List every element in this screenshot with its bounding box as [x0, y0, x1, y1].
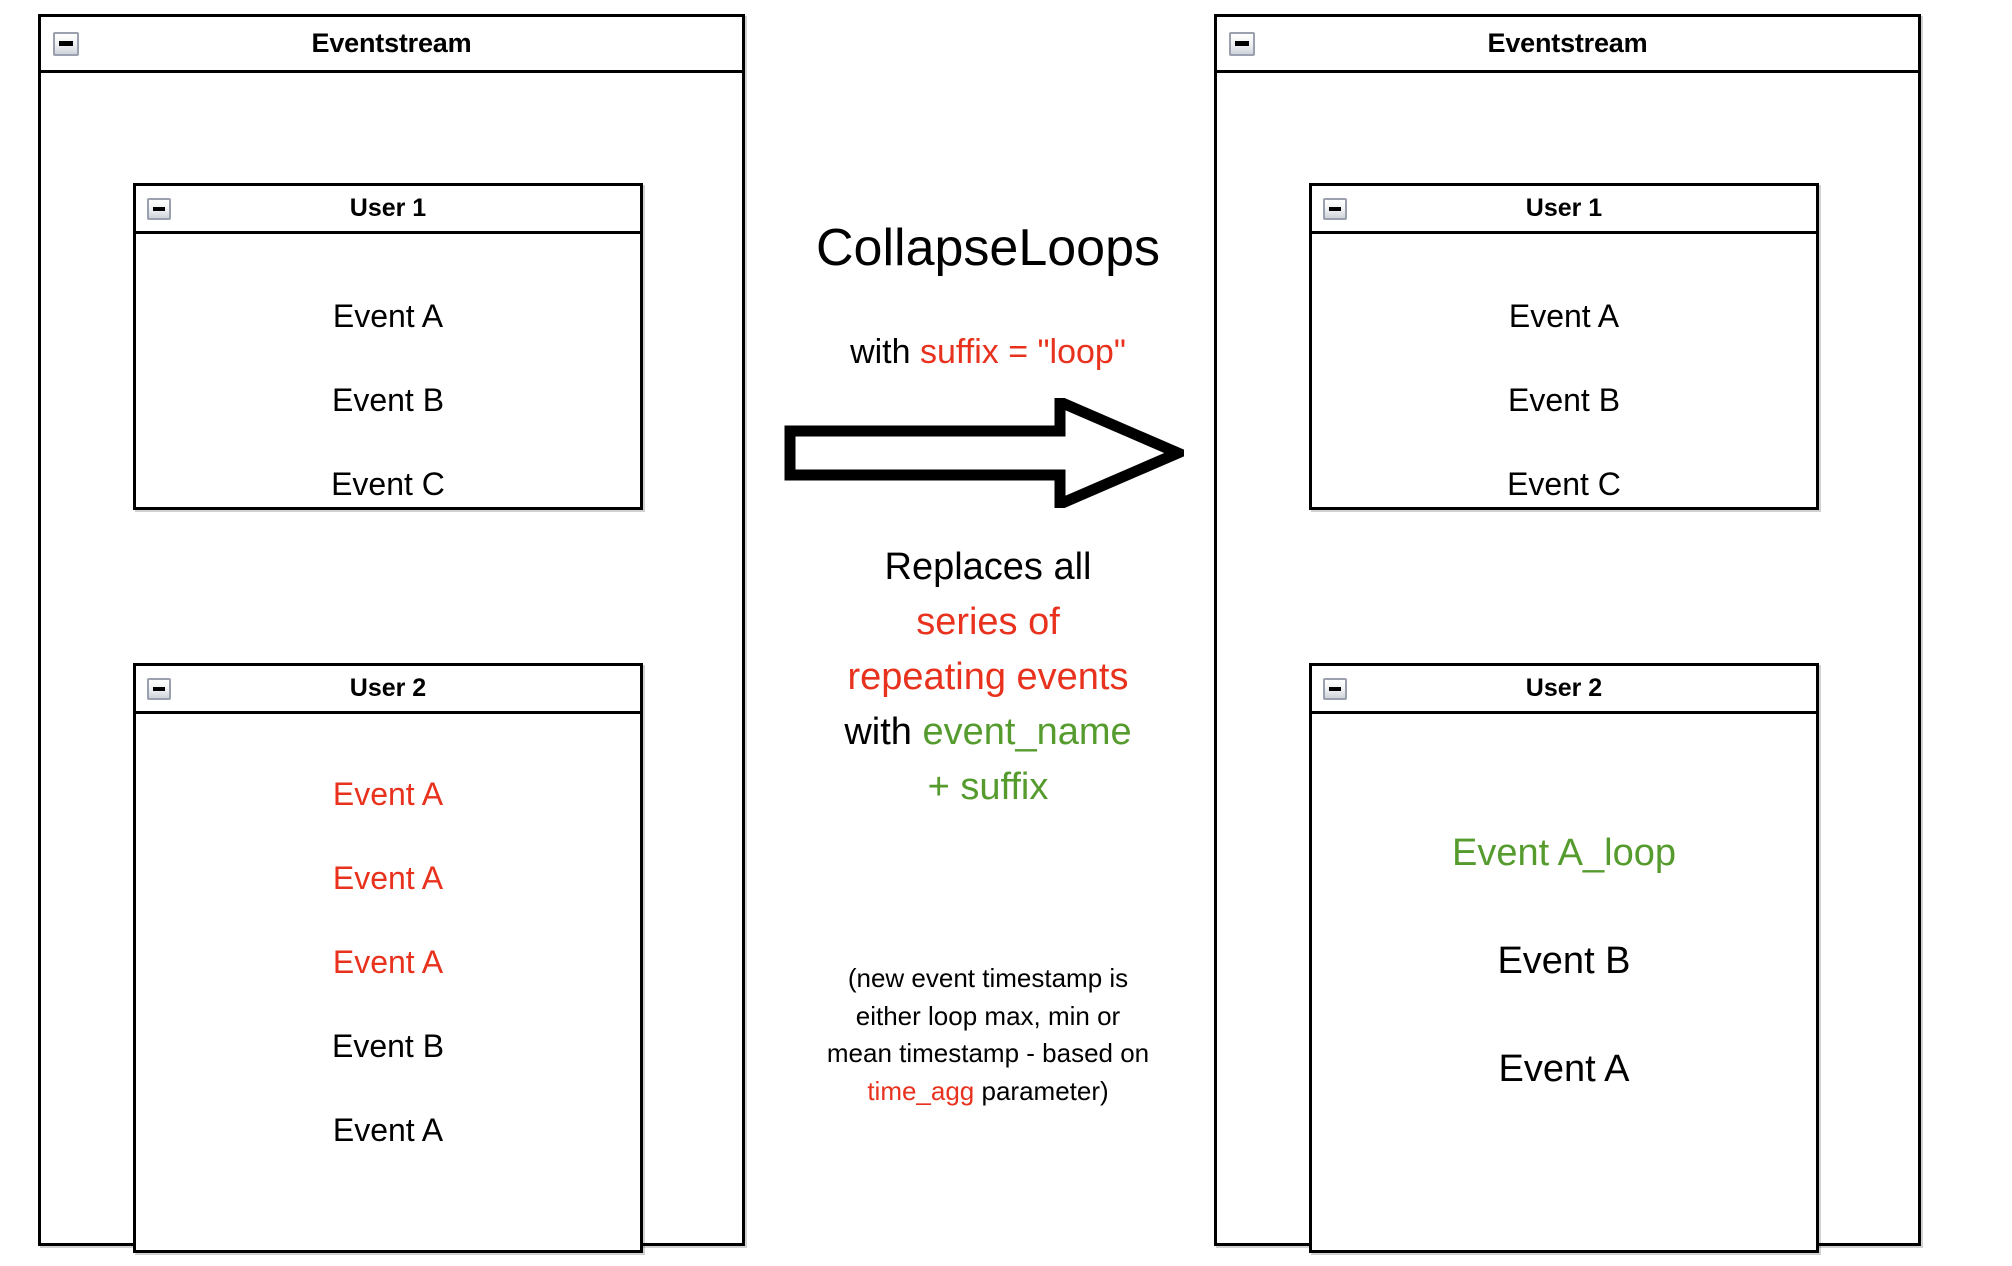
- user-box-output-user2-header: User 2: [1312, 666, 1816, 714]
- description-line-4-value: event_name: [922, 711, 1132, 754]
- minus-icon[interactable]: [147, 677, 171, 700]
- user-box-output-user2-title: User 2: [1525, 674, 1603, 702]
- minus-icon-bar: [153, 206, 165, 211]
- event-item: Event C: [1507, 466, 1621, 502]
- transform-description: CollapseLoops with suffix = "loop" Repla…: [762, 0, 1214, 1266]
- event-item: Event A: [332, 944, 444, 980]
- eventstream-panel-input-header: Eventstream: [41, 17, 742, 73]
- operation-parameters: with suffix = "loop": [762, 335, 1214, 369]
- description-line-4-prefix: with: [844, 711, 923, 754]
- timestamp-note-line-4: time_agg parameter): [766, 1073, 1210, 1111]
- operation-parameters-prefix: with: [850, 333, 920, 371]
- user-box-input-user1-header: User 1: [136, 186, 640, 234]
- event-item: Event C: [331, 466, 445, 502]
- minus-icon-bar: [1329, 206, 1341, 211]
- eventstream-panel-input: Eventstream User 1 Event A Event B Event…: [38, 14, 745, 1253]
- user-box-output-user1-header: User 1: [1312, 186, 1816, 234]
- eventstream-panel-input-body: User 1 Event A Event B Event C User 2 Ev…: [41, 73, 742, 1253]
- user-box-output-user2-events: Event A_loop Event B Event A: [1312, 714, 1816, 1250]
- timestamp-note-line-4-suffix: parameter): [974, 1076, 1109, 1107]
- event-item: Event A: [332, 298, 444, 334]
- description-line-2: series of: [916, 601, 1060, 644]
- event-item: Event A_loop: [1452, 832, 1676, 874]
- user-box-input-user2: User 2 Event A Event A Event A Event B E…: [133, 663, 643, 1253]
- eventstream-panel-output-body: User 1 Event A Event B Event C User 2 Ev…: [1217, 73, 1918, 1253]
- user-box-output-user1: User 1 Event A Event B Event C: [1309, 183, 1819, 510]
- event-item: Event A: [332, 1112, 444, 1148]
- user-box-input-user1: User 1 Event A Event B Event C: [133, 183, 643, 510]
- event-item: Event B: [1497, 940, 1631, 982]
- minus-icon[interactable]: [147, 197, 171, 220]
- operation-parameters-value: suffix = "loop": [920, 333, 1126, 371]
- user-box-input-user2-header: User 2: [136, 666, 640, 714]
- description-line-3: repeating events: [847, 656, 1129, 699]
- user-box-input-user1-title: User 1: [349, 194, 427, 222]
- event-item: Event A: [332, 776, 444, 812]
- right-block-arrow-icon: [784, 393, 1192, 513]
- event-item: Event B: [331, 382, 445, 418]
- user-box-output-user1-events: Event A Event B Event C: [1312, 234, 1816, 507]
- event-item: Event A: [1508, 298, 1620, 334]
- eventstream-panel-input-title: Eventstream: [311, 28, 472, 58]
- right-block-arrow-svg: [784, 393, 1192, 513]
- timestamp-note-parameter: time_agg: [867, 1076, 975, 1107]
- minus-icon[interactable]: [53, 31, 79, 56]
- user-box-input-user2-title: User 2: [349, 674, 427, 702]
- user-box-input-user2-events: Event A Event A Event A Event B Event A: [136, 714, 640, 1250]
- minus-icon-bar: [153, 686, 165, 691]
- event-item: Event A: [332, 860, 444, 896]
- minus-icon[interactable]: [1323, 197, 1347, 220]
- minus-icon-bar: [1235, 41, 1249, 46]
- user-box-output-user2: User 2 Event A_loop Event B Event A: [1309, 663, 1819, 1253]
- timestamp-note-line-2: either loop max, min or: [855, 1000, 1121, 1031]
- description-line-1: Replaces all: [884, 546, 1092, 588]
- minus-icon-bar: [59, 41, 73, 46]
- eventstream-panel-output: Eventstream User 1 Event A Event B Event…: [1214, 14, 1921, 1253]
- event-item: Event A: [1498, 1048, 1630, 1090]
- user-box-input-user1-events: Event A Event B Event C: [136, 234, 640, 507]
- eventstream-panel-output-title: Eventstream: [1487, 28, 1648, 58]
- operation-description: Replaces all series of repeating events …: [762, 540, 1214, 815]
- minus-icon[interactable]: [1323, 677, 1347, 700]
- minus-icon-bar: [1329, 686, 1341, 691]
- description-line-4: with event_name: [762, 705, 1214, 760]
- user-box-output-user1-title: User 1: [1525, 194, 1603, 222]
- description-line-5: + suffix: [927, 766, 1049, 809]
- timestamp-note-line-1: (new event timestamp is: [847, 963, 1129, 993]
- eventstream-panel-output-header: Eventstream: [1217, 17, 1918, 73]
- minus-icon[interactable]: [1229, 31, 1255, 56]
- timestamp-note: (new event timestamp is either loop max,…: [766, 960, 1210, 1111]
- timestamp-note-line-3: mean timestamp - based on: [826, 1038, 1150, 1069]
- event-item: Event B: [331, 1028, 445, 1064]
- operation-title: CollapseLoops: [815, 219, 1161, 277]
- event-item: Event B: [1507, 382, 1621, 418]
